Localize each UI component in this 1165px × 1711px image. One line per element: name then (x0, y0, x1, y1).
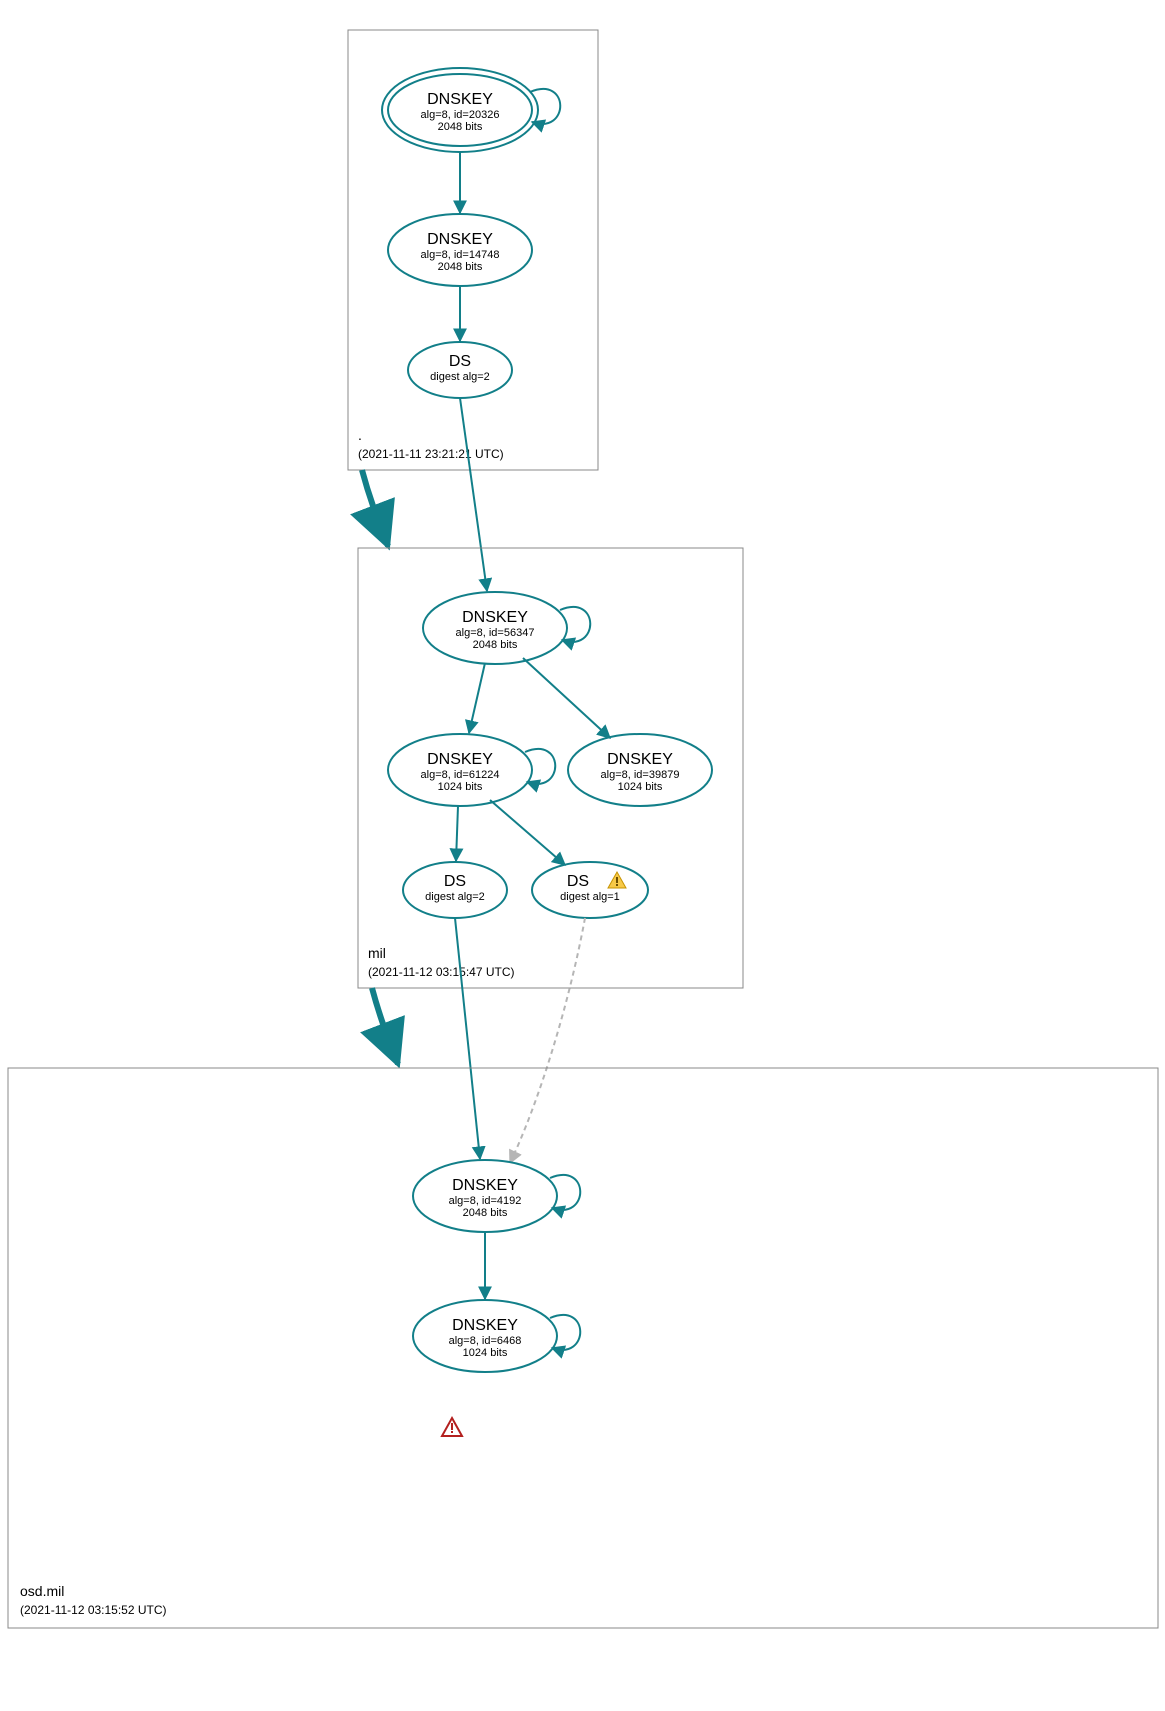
svg-text:2048 bits: 2048 bits (463, 1207, 508, 1219)
zone-mil-timestamp: (2021-11-12 03:15:47 UTC) (368, 965, 515, 979)
node-osd-zsk: DNSKEY alg=8, id=6468 1024 bits (413, 1300, 557, 1372)
svg-text:DNSKEY: DNSKEY (452, 1177, 518, 1194)
svg-text:alg=8, id=14748: alg=8, id=14748 (421, 249, 500, 261)
zone-osd-name: osd.mil (20, 1583, 64, 1599)
edge-delegation-root-mil (362, 470, 388, 546)
svg-text:DNSKEY: DNSKEY (607, 751, 673, 768)
edge-mil-ksk-zsk2 (523, 658, 610, 738)
edge-mil-ksk-zsk (469, 663, 485, 733)
svg-text:1024 bits: 1024 bits (618, 781, 663, 793)
svg-text:DS: DS (444, 873, 466, 890)
svg-text:DNSKEY: DNSKEY (452, 1317, 518, 1334)
svg-text:digest alg=2: digest alg=2 (430, 371, 490, 383)
svg-text:alg=8, id=56347: alg=8, id=56347 (456, 627, 535, 639)
svg-text:2048 bits: 2048 bits (473, 639, 518, 651)
node-mil-ds2: DS digest alg=2 (403, 862, 507, 918)
svg-text:alg=8, id=4192: alg=8, id=4192 (449, 1195, 522, 1207)
svg-text:DNSKEY: DNSKEY (462, 609, 528, 626)
zone-root: . (2021-11-11 23:21:21 UTC) DNSKEY alg=8… (348, 30, 598, 470)
edge-mil-zsk-ds2 (456, 806, 458, 861)
svg-text:1024 bits: 1024 bits (463, 1347, 508, 1359)
node-mil-ksk: DNSKEY alg=8, id=56347 2048 bits (423, 592, 567, 664)
svg-text:alg=8, id=20326: alg=8, id=20326 (421, 109, 500, 121)
node-osd-ksk: DNSKEY alg=8, id=4192 2048 bits (413, 1160, 557, 1232)
svg-text:DNSKEY: DNSKEY (427, 751, 493, 768)
svg-text:digest alg=1: digest alg=1 (560, 891, 620, 903)
edge-ds-root-mil (460, 398, 487, 591)
svg-text:2048 bits: 2048 bits (438, 121, 483, 133)
svg-text:DNSKEY: DNSKEY (427, 91, 493, 108)
svg-text:alg=8, id=39879: alg=8, id=39879 (601, 769, 680, 781)
edge-mil-zsk-ds1 (490, 800, 565, 865)
edge-delegation-mil-osd (372, 988, 398, 1064)
svg-text:2048 bits: 2048 bits (438, 261, 483, 273)
zone-mil-name: mil (368, 945, 386, 961)
svg-text:alg=8, id=6468: alg=8, id=6468 (449, 1335, 522, 1347)
svg-text:DS: DS (567, 873, 589, 890)
node-mil-ds1: DS digest alg=1 (532, 862, 648, 918)
svg-text:alg=8, id=61224: alg=8, id=61224 (421, 769, 500, 781)
node-mil-zsk: DNSKEY alg=8, id=61224 1024 bits (388, 734, 532, 806)
zone-osd-timestamp: (2021-11-12 03:15:52 UTC) (20, 1603, 167, 1617)
zone-osd: osd.mil (2021-11-12 03:15:52 UTC) DNSKEY… (8, 1068, 1158, 1628)
zone-root-name: . (358, 427, 362, 443)
zone-mil: mil (2021-11-12 03:15:47 UTC) DNSKEY alg… (358, 548, 743, 988)
edge-ds1-mil-osd (510, 918, 585, 1163)
node-root-zsk: DNSKEY alg=8, id=14748 2048 bits (388, 214, 532, 286)
node-mil-zsk2: DNSKEY alg=8, id=39879 1024 bits (568, 734, 712, 806)
node-root-ds: DS digest alg=2 (408, 342, 512, 398)
svg-text:DS: DS (449, 353, 471, 370)
edge-ds-mil-osd (455, 918, 480, 1159)
svg-text:1024 bits: 1024 bits (438, 781, 483, 793)
svg-text:DNSKEY: DNSKEY (427, 231, 493, 248)
svg-text:digest alg=2: digest alg=2 (425, 891, 485, 903)
node-root-ksk: DNSKEY alg=8, id=20326 2048 bits (382, 68, 538, 152)
error-icon (442, 1418, 462, 1436)
zone-root-timestamp: (2021-11-11 23:21:21 UTC) (358, 447, 504, 461)
